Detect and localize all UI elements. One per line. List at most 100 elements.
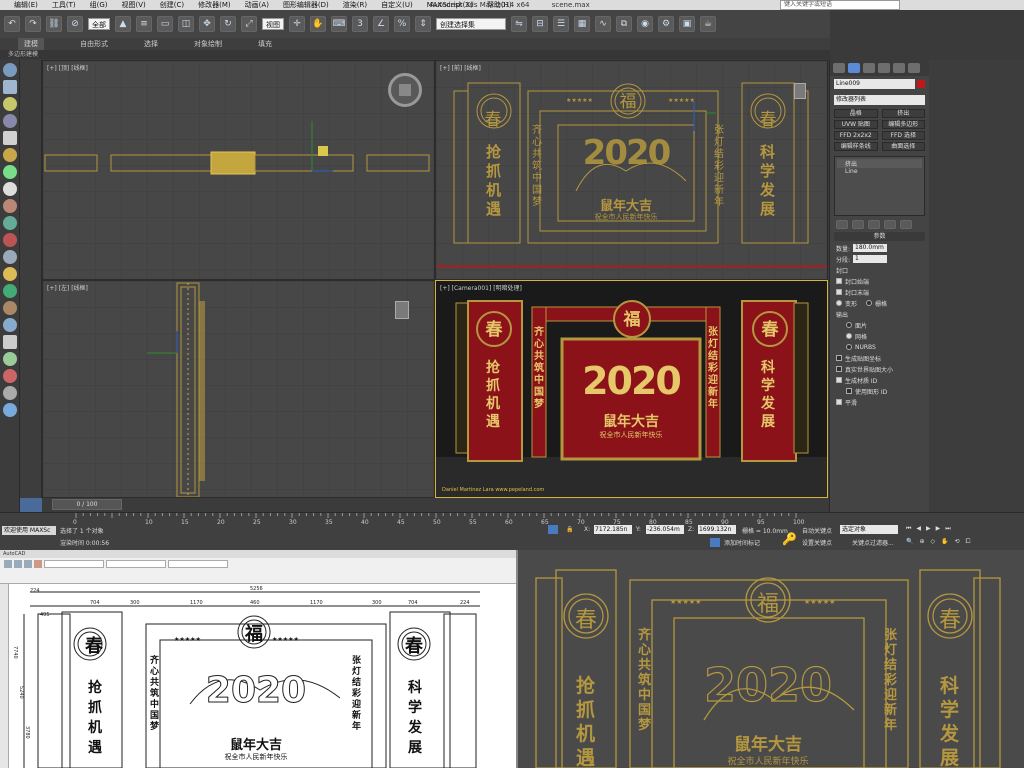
system-icon[interactable] bbox=[2, 250, 17, 264]
door-icon[interactable] bbox=[2, 318, 17, 332]
mesh-row[interactable]: 网格 bbox=[836, 331, 923, 341]
setkey-button[interactable]: 设置关键点 bbox=[802, 538, 832, 547]
modifier-button-0[interactable]: 晶格 bbox=[834, 109, 878, 118]
select-by-name-icon[interactable]: ≡ bbox=[136, 16, 152, 32]
real-world-row[interactable]: 真实世界贴图大小 bbox=[836, 364, 923, 374]
left-viewcube-icon[interactable] bbox=[395, 301, 409, 319]
menu-item-9[interactable]: 自定义(U) bbox=[381, 0, 413, 10]
gen-mat-row[interactable]: 生成材质 ID bbox=[836, 375, 923, 385]
grid-radio[interactable] bbox=[866, 300, 873, 306]
menu-item-8[interactable]: 渲染(R) bbox=[343, 0, 367, 10]
cad-open-icon[interactable] bbox=[14, 560, 22, 568]
cone-icon[interactable] bbox=[2, 97, 17, 111]
schematic-icon[interactable]: ⧉ bbox=[616, 16, 632, 32]
cylinder-icon[interactable] bbox=[2, 114, 17, 128]
stack-item-line[interactable]: Line bbox=[837, 168, 922, 175]
z-field[interactable]: 1699.132n bbox=[698, 525, 736, 534]
modifier-button-3[interactable]: 编辑多边形 bbox=[881, 120, 925, 129]
nurbs-row[interactable]: NURBS bbox=[836, 342, 923, 352]
lock-icon[interactable]: 🔒 bbox=[566, 526, 573, 533]
viewport-left[interactable]: [+] [左] [线框] bbox=[42, 280, 435, 498]
prev-frame-icon[interactable]: ◀ bbox=[916, 525, 921, 533]
menu-item-4[interactable]: 创建(C) bbox=[160, 0, 184, 10]
modify-tab-icon[interactable] bbox=[848, 63, 860, 73]
key-filters-button[interactable]: 关键点过滤器... bbox=[852, 538, 894, 547]
hierarchy-tab-icon[interactable] bbox=[863, 63, 875, 73]
menu-item-2[interactable]: 组(G) bbox=[90, 0, 108, 10]
object-name-field[interactable]: Line009 bbox=[834, 79, 915, 89]
utilities-tab-icon[interactable] bbox=[908, 63, 920, 73]
railing-icon[interactable] bbox=[2, 369, 17, 383]
params-rollout-title[interactable]: 参数 bbox=[834, 232, 925, 241]
cap-end-row[interactable]: 封口末端 bbox=[836, 287, 923, 297]
modifier-button-6[interactable]: 编辑样条线 bbox=[834, 142, 878, 151]
percent-snap-icon[interactable]: % bbox=[394, 16, 410, 32]
cap-start-checkbox[interactable] bbox=[836, 278, 842, 284]
ribbon-tab-2[interactable]: 选择 bbox=[144, 38, 158, 50]
layer-icon[interactable]: ☰ bbox=[553, 16, 569, 32]
angle-snap-icon[interactable]: ∠ bbox=[373, 16, 389, 32]
foliage-icon[interactable] bbox=[2, 284, 17, 298]
remove-modifier-icon[interactable] bbox=[884, 220, 896, 229]
modifier-button-2[interactable]: UVW 贴图 bbox=[834, 120, 878, 129]
pivot-icon[interactable]: ✛ bbox=[289, 16, 305, 32]
cad-layer-dropdown[interactable] bbox=[44, 560, 104, 568]
modifier-button-7[interactable]: 曲面选择 bbox=[881, 142, 925, 151]
helper-icon[interactable] bbox=[2, 216, 17, 230]
pan-icon[interactable]: ✋ bbox=[941, 538, 948, 546]
menu-item-7[interactable]: 图形编辑器(D) bbox=[283, 0, 329, 10]
selection-filter-dropdown[interactable]: 全部 bbox=[88, 18, 110, 30]
gen-mat-checkbox[interactable] bbox=[836, 377, 842, 383]
maxscript-listener[interactable]: 欢迎使用 MAXSc bbox=[2, 526, 56, 535]
sun-icon[interactable] bbox=[2, 267, 17, 281]
sphere-icon[interactable] bbox=[2, 63, 17, 77]
time-tag-icon[interactable] bbox=[710, 538, 720, 547]
wall-icon[interactable] bbox=[2, 352, 17, 366]
patch-radio[interactable] bbox=[846, 322, 852, 328]
track-bar[interactable]: 0 10 15 20 25 30 35 40 45 50 55 60 65 70 75 80 85 90 95 100 bbox=[0, 512, 1024, 526]
smooth-row[interactable]: 平滑 bbox=[836, 397, 923, 407]
show-end-result-icon[interactable] bbox=[852, 220, 864, 229]
ribbon-tab-1[interactable]: 自由形式 bbox=[80, 38, 108, 50]
orbit-icon[interactable]: ⟲ bbox=[955, 538, 960, 546]
mirror-icon[interactable]: ⇋ bbox=[511, 16, 527, 32]
select-object-icon[interactable]: ▲ bbox=[115, 16, 131, 32]
make-unique-icon[interactable] bbox=[868, 220, 880, 229]
autokey-button[interactable]: 自动关键点 bbox=[802, 526, 832, 535]
scale-icon[interactable]: ⤢ bbox=[241, 16, 257, 32]
key-icon[interactable]: 🔑 bbox=[782, 532, 797, 546]
material-editor-icon[interactable]: ◉ bbox=[637, 16, 653, 32]
graphite-icon[interactable]: ▦ bbox=[574, 16, 590, 32]
redo-icon[interactable]: ↷ bbox=[25, 16, 41, 32]
configure-sets-icon[interactable] bbox=[900, 220, 912, 229]
box-icon[interactable] bbox=[2, 80, 17, 94]
zoom-icon[interactable]: 🔍 bbox=[906, 538, 913, 546]
teapot-icon[interactable] bbox=[2, 165, 17, 179]
curve-editor-icon[interactable]: ∿ bbox=[595, 16, 611, 32]
render-frame-icon[interactable]: ▣ bbox=[679, 16, 695, 32]
menu-item-3[interactable]: 视图(V) bbox=[122, 0, 146, 10]
menu-item-1[interactable]: 工具(T) bbox=[52, 0, 76, 10]
modifier-stack[interactable]: 挤出 Line bbox=[834, 156, 925, 216]
menu-item-6[interactable]: 动画(A) bbox=[245, 0, 269, 10]
smooth-checkbox[interactable] bbox=[836, 399, 842, 405]
amount-spinner[interactable]: 180.0mm bbox=[853, 244, 888, 252]
spacewarp-icon[interactable] bbox=[2, 233, 17, 247]
cap-end-checkbox[interactable] bbox=[836, 289, 842, 295]
rotate-icon[interactable]: ↻ bbox=[220, 16, 236, 32]
render-setup-icon[interactable]: ⚙ bbox=[658, 16, 674, 32]
ribbon-tab-0[interactable]: 建模 bbox=[18, 38, 44, 50]
viewcube-icon[interactable] bbox=[388, 73, 422, 107]
real-world-checkbox[interactable] bbox=[836, 366, 842, 372]
cad-plot-icon[interactable] bbox=[34, 560, 42, 568]
selection-lock-icon[interactable] bbox=[548, 525, 558, 534]
plane-icon[interactable] bbox=[2, 131, 17, 145]
use-shape-checkbox[interactable] bbox=[846, 388, 852, 394]
viewport-camera[interactable]: [+] [Camera001] [明暗处理] 春 福 春 抢抓机遇 科学发展 齐… bbox=[435, 280, 828, 498]
goto-end-icon[interactable]: ⏭ bbox=[945, 525, 950, 533]
align-icon[interactable]: ⊟ bbox=[532, 16, 548, 32]
x-field[interactable]: 7172.185n bbox=[594, 525, 632, 534]
manipulate-icon[interactable]: ✋ bbox=[310, 16, 326, 32]
help-search-input[interactable]: 键入关键字或短语 bbox=[780, 0, 900, 10]
zoom-all-icon[interactable]: ⊕ bbox=[919, 538, 924, 546]
